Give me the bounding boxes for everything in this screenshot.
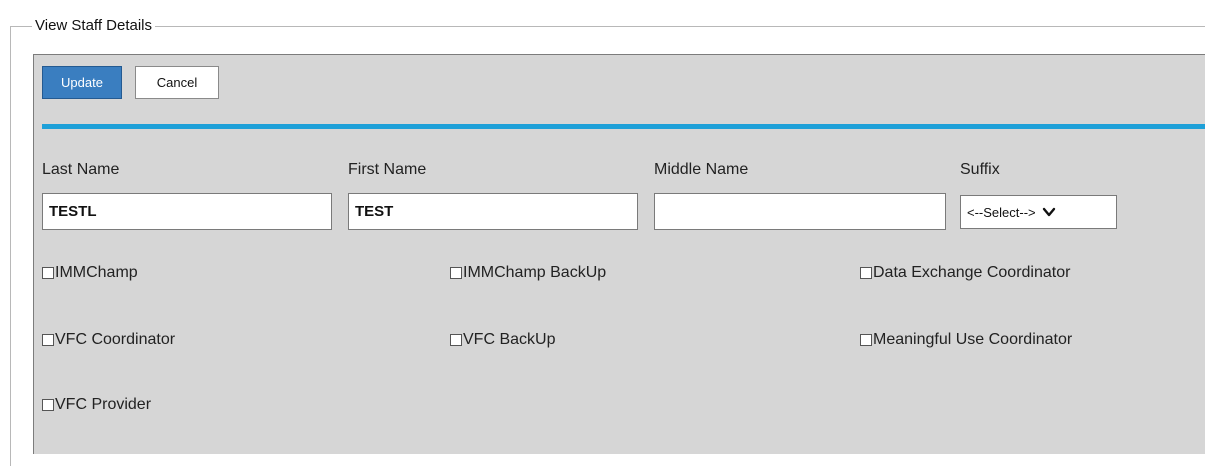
data-exchange-label: Data Exchange Coordinator [873, 264, 1071, 281]
accent-divider [42, 124, 1205, 129]
middle-name-label: Middle Name [654, 161, 749, 178]
update-button[interactable]: Update [42, 66, 122, 99]
vfc-backup-checkbox[interactable] [450, 334, 462, 346]
immchamp-label: IMMChamp [55, 264, 138, 281]
meaningful-use-option: Meaningful Use Coordinator [860, 331, 1072, 349]
last-name-label: Last Name [42, 161, 120, 178]
last-name-input[interactable] [42, 193, 332, 230]
meaningful-use-label: Meaningful Use Coordinator [873, 331, 1073, 348]
vfc-coordinator-option: VFC Coordinator [42, 331, 175, 349]
cancel-button[interactable]: Cancel [135, 66, 219, 99]
immchamp-backup-label: IMMChamp BackUp [463, 264, 607, 281]
vfc-coordinator-label: VFC Coordinator [55, 331, 176, 348]
vfc-provider-label: VFC Provider [55, 396, 152, 413]
vfc-backup-label: VFC BackUp [463, 331, 556, 348]
meaningful-use-checkbox[interactable] [860, 334, 872, 346]
suffix-label: Suffix [960, 161, 1000, 178]
first-name-input[interactable] [348, 193, 638, 230]
first-name-label: First Name [348, 161, 427, 178]
suffix-select[interactable]: <--Select--> [960, 195, 1117, 229]
staff-details-panel: Update Cancel Last Name First Name Middl… [33, 54, 1205, 454]
vfc-backup-option: VFC BackUp [450, 331, 555, 349]
immchamp-backup-checkbox[interactable] [450, 267, 462, 279]
chevron-down-icon [1042, 207, 1055, 217]
suffix-selected-value: <--Select--> [967, 204, 1036, 220]
immchamp-checkbox[interactable] [42, 267, 54, 279]
vfc-provider-checkbox[interactable] [42, 399, 54, 411]
vfc-coordinator-checkbox[interactable] [42, 334, 54, 346]
immchamp-backup-option: IMMChamp BackUp [450, 264, 606, 282]
data-exchange-checkbox[interactable] [860, 267, 872, 279]
middle-name-input[interactable] [654, 193, 946, 230]
data-exchange-option: Data Exchange Coordinator [860, 264, 1070, 282]
immchamp-option: IMMChamp [42, 264, 138, 282]
vfc-provider-option: VFC Provider [42, 396, 151, 414]
fieldset-legend: View Staff Details [32, 17, 156, 34]
